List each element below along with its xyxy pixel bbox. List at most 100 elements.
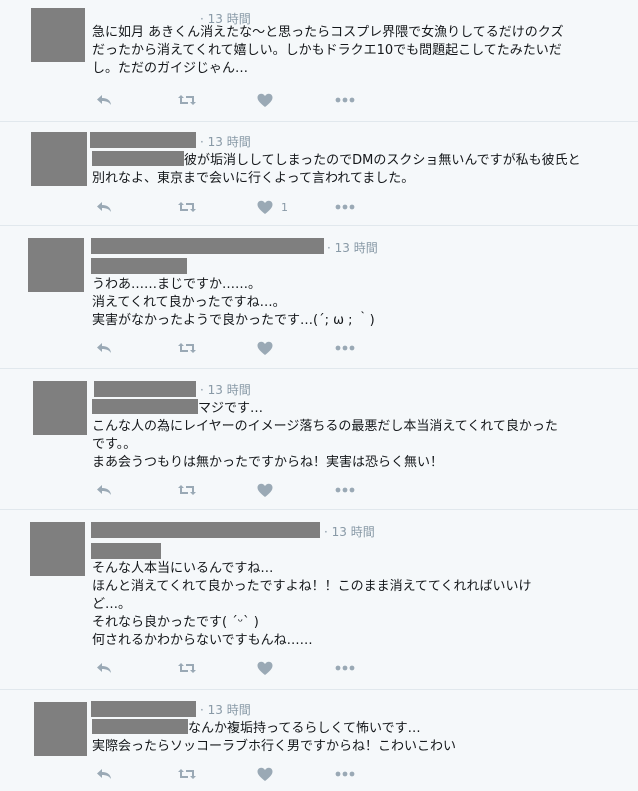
like-button[interactable] xyxy=(257,659,281,677)
tweet-text-line: です。。 xyxy=(92,437,137,452)
tweet-actions xyxy=(95,659,395,679)
more-button[interactable] xyxy=(335,481,355,499)
retweet-icon xyxy=(177,92,197,108)
retweet-icon xyxy=(177,199,197,215)
like-count: 1 xyxy=(281,200,288,214)
heart-icon xyxy=(257,483,273,498)
timestamp[interactable]: · 13 時間 xyxy=(200,133,251,150)
heart-icon xyxy=(257,200,273,215)
like-button[interactable] xyxy=(257,481,281,499)
like-button[interactable]: 1 xyxy=(257,198,288,216)
redacted-username xyxy=(94,381,196,397)
redacted-mention xyxy=(92,151,184,166)
tweet[interactable]: · 13 時間 そんな人本当にいるんですね… ほんと消えてくれて良かったですよね… xyxy=(0,510,638,690)
more-icon xyxy=(335,665,355,671)
tweet-text-line: 実害がなかったようで良かったです…(´; ω ; ｀) xyxy=(92,313,375,328)
timestamp[interactable]: · 13 時間 xyxy=(327,239,378,256)
retweet-button[interactable] xyxy=(177,339,197,357)
tweet-text-line: 実際会ったらソッコーラブホ行く男ですからね！こわいこわい xyxy=(92,739,457,754)
tweet-text: うわあ……まじですか……。 消えてくれて良かったですね…。 実害がなかったようで… xyxy=(92,276,612,330)
tweet[interactable]: · 13 時間 なんか複垢持ってるらしくて怖いです… 実際会ったらソッコーラブホ… xyxy=(0,690,638,791)
tweet-text: なんか複垢持ってるらしくて怖いです… 実際会ったらソッコーラブホ行く男ですからね… xyxy=(92,719,612,756)
redacted-username xyxy=(90,132,196,148)
avatar[interactable] xyxy=(33,381,87,435)
avatar[interactable] xyxy=(31,132,87,186)
timestamp[interactable]: · 13 時間 xyxy=(324,523,375,540)
tweet[interactable]: · 13 時間 彼が垢消ししてしまったのでDMのスクショ無いんですが私も彼氏と … xyxy=(0,122,638,226)
heart-icon xyxy=(257,767,273,782)
more-button[interactable] xyxy=(335,91,355,109)
retweet-icon xyxy=(177,340,197,356)
redacted-mention xyxy=(91,258,187,274)
more-button[interactable] xyxy=(335,198,355,216)
reply-button[interactable] xyxy=(95,765,113,783)
tweet-text-line: 何されるかわからないですもんね…… xyxy=(92,633,313,648)
tweet-text: 彼が垢消ししてしまったのでDMのスクショ無いんですが私も彼氏と 別れなよ、東京ま… xyxy=(92,151,612,188)
redacted-username xyxy=(91,701,196,717)
tweet-text-line: 消えてくれて良かったですね…。 xyxy=(92,295,286,310)
heart-icon xyxy=(257,341,273,356)
tweet[interactable]: · 13 時間 うわあ……まじですか……。 消えてくれて良かったですね…。 実害… xyxy=(0,226,638,369)
reply-icon xyxy=(95,340,113,356)
more-icon xyxy=(335,771,355,777)
tweet-text-line: ほんと消えてくれて良かったですよね！！このまま消えててくれればいいけ xyxy=(92,579,532,594)
reply-button[interactable] xyxy=(95,339,113,357)
tweet-actions xyxy=(95,339,395,359)
tweet-text-line: まあ会うつもりは無かったですからね！実害は恐らく無い！ xyxy=(92,455,444,470)
tweet-text: マジです… こんな人の為にレイヤーのイメージ落ちるの最悪だし本当消えてくれて良か… xyxy=(92,399,612,472)
heart-icon xyxy=(257,93,273,108)
more-icon xyxy=(335,204,355,210)
redacted-username xyxy=(91,522,320,538)
tweet-actions xyxy=(95,91,395,111)
tweet-actions xyxy=(95,765,395,785)
like-button[interactable] xyxy=(257,765,281,783)
more-button[interactable] xyxy=(335,659,355,677)
more-icon xyxy=(335,97,355,103)
avatar[interactable] xyxy=(28,238,84,292)
redacted-mention xyxy=(92,399,198,414)
like-button[interactable] xyxy=(257,339,281,357)
reply-button[interactable] xyxy=(95,481,113,499)
timestamp[interactable]: · 13 時間 xyxy=(200,381,251,398)
reply-button[interactable] xyxy=(95,198,113,216)
tweet-text-line: それなら良かったです( ´ᵕ` ) xyxy=(92,615,259,630)
tweet-text-line: し。ただのガイジじゃん… xyxy=(92,61,249,76)
retweet-button[interactable] xyxy=(177,91,197,109)
tweet-actions: 1 xyxy=(95,198,395,218)
avatar[interactable] xyxy=(31,8,85,62)
tweet-text: 急に如月 あきくん消えたな〜と思ったらコスプレ界隈で女漁りしてるだけのクズ だっ… xyxy=(92,24,612,78)
retweet-button[interactable] xyxy=(177,481,197,499)
reply-button[interactable] xyxy=(95,91,113,109)
retweet-icon xyxy=(177,766,197,782)
tweet-text: そんな人本当にいるんですね… ほんと消えてくれて良かったですよね！！このまま消え… xyxy=(92,560,612,650)
more-button[interactable] xyxy=(335,339,355,357)
tweet-text-line: こんな人の為にレイヤーのイメージ落ちるの最悪だし本当消えてくれて良かった xyxy=(92,419,558,434)
retweet-icon xyxy=(177,660,197,676)
like-button[interactable] xyxy=(257,91,281,109)
heart-icon xyxy=(257,661,273,676)
retweet-button[interactable] xyxy=(177,198,197,216)
tweet-text-line: 彼が垢消ししてしまったのでDMのスクショ無いんですが私も彼氏と xyxy=(184,153,581,168)
tweet-text-line: 別れなよ、東京まで会いに行くよって言われてました。 xyxy=(92,171,415,186)
reply-icon xyxy=(95,199,113,215)
tweet[interactable]: · 13 時間 急に如月 あきくん消えたな〜と思ったらコスプレ界隈で女漁りしてる… xyxy=(0,0,638,122)
reply-icon xyxy=(95,766,113,782)
redacted-mention xyxy=(92,719,188,734)
reply-button[interactable] xyxy=(95,659,113,677)
tweet[interactable]: · 13 時間 マジです… こんな人の為にレイヤーのイメージ落ちるの最悪だし本当… xyxy=(0,369,638,510)
tweet-text-line: マジです… xyxy=(198,401,264,416)
reply-icon xyxy=(95,92,113,108)
tweet-text-line: うわあ……まじですか……。 xyxy=(92,277,262,292)
more-button[interactable] xyxy=(335,765,355,783)
more-icon xyxy=(335,345,355,351)
retweet-button[interactable] xyxy=(177,765,197,783)
timeline-feed: · 13 時間 急に如月 あきくん消えたな〜と思ったらコスプレ界隈で女漁りしてる… xyxy=(0,0,638,791)
avatar[interactable] xyxy=(30,522,85,576)
redacted-username xyxy=(91,238,324,254)
retweet-button[interactable] xyxy=(177,659,197,677)
tweet-text-line: そんな人本当にいるんですね… xyxy=(92,561,274,576)
timestamp[interactable]: · 13 時間 xyxy=(200,701,251,718)
avatar[interactable] xyxy=(34,702,87,756)
tweet-text-line: 急に如月 あきくん消えたな〜と思ったらコスプレ界隈で女漁りしてるだけのクズ xyxy=(92,25,564,40)
tweet-actions xyxy=(95,481,395,501)
